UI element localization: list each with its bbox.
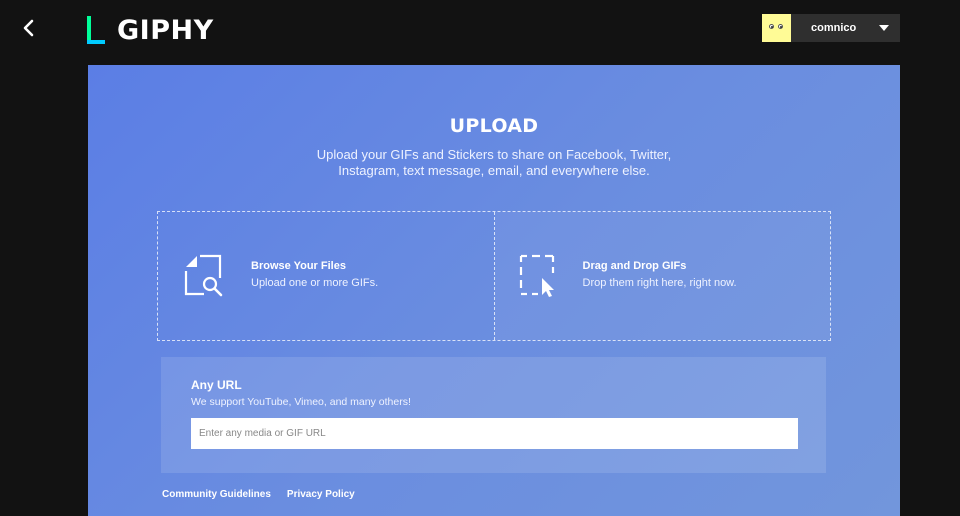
avatar-eye-icon [769,24,774,29]
browse-title: Browse Your Files [251,260,346,272]
back-button[interactable] [18,16,40,40]
file-search-icon [184,254,223,297]
footer-links: Community Guidelines Privacy Policy [162,489,371,500]
drag-drop-text: Drag and Drop GIFs Drop them right here,… [583,260,737,289]
drop-target-icon [519,254,554,297]
url-input[interactable] [191,418,798,449]
any-url-description: We support YouTube, Vimeo, and many othe… [191,396,411,408]
user-menu[interactable]: comnico [762,14,900,42]
privacy-policy-link[interactable]: Privacy Policy [287,489,355,500]
page-title: UPLOAD [449,115,539,137]
logo-text: GIPHY [117,14,214,46]
upload-subtitle: Upload your GIFs and Stickers to share o… [316,147,672,178]
browse-text: Browse Your Files Upload one or more GIF… [251,260,378,289]
dropzone: Browse Your Files Upload one or more GIF… [157,211,831,341]
caret-down-icon [879,25,889,31]
chevron-left-icon [23,19,34,37]
community-guidelines-link[interactable]: Community Guidelines [162,489,271,500]
browse-description: Upload one or more GIFs. [251,277,379,289]
drag-drop-area[interactable]: Drag and Drop GIFs Drop them right here,… [494,212,830,340]
giphy-logo[interactable]: GIPHY [87,14,214,46]
avatar [762,14,791,42]
giphy-logo-icon [87,16,105,44]
upload-panel: UPLOAD Upload your GIFs and Stickers to … [88,65,900,516]
avatar-eye-icon [778,24,783,29]
username: comnico [811,22,857,34]
any-url-section: Any URL We support YouTube, Vimeo, and m… [161,357,826,473]
any-url-title: Any URL [191,378,242,392]
drag-drop-title: Drag and Drop GIFs [582,260,687,272]
drag-drop-description: Drop them right here, right now. [582,277,737,289]
browse-files-button[interactable]: Browse Your Files Upload one or more GIF… [158,212,495,340]
